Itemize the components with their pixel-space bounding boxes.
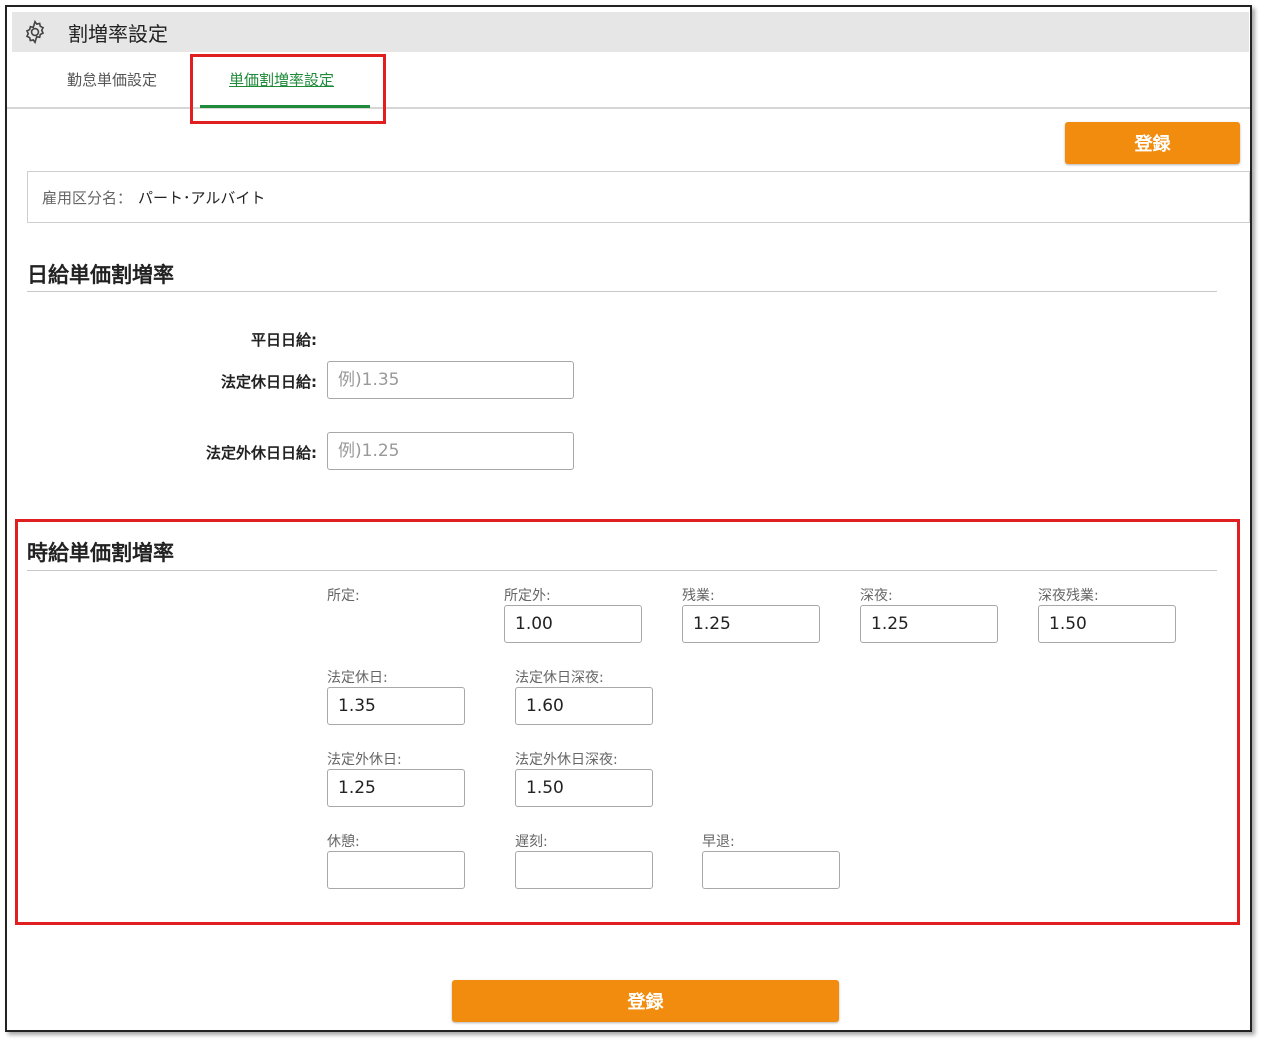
hourly-section-divider: [27, 570, 1217, 571]
late-label: 遅刻:: [515, 834, 548, 850]
tab-highlight-box: [190, 54, 386, 124]
break-label: 休憩:: [327, 834, 360, 850]
late-input[interactable]: [515, 851, 653, 889]
employment-type-value: パート･アルバイト: [138, 188, 266, 207]
page-title: 割増率設定: [68, 21, 168, 46]
legal-holiday-daily-label: 法定休日日給:: [221, 373, 317, 391]
legal-holiday-label: 法定休日:: [327, 670, 388, 686]
nonlegal-holiday-daily-input[interactable]: [327, 432, 574, 470]
early-leave-label: 早退:: [702, 834, 735, 850]
nonlegal-holiday-daily-label: 法定外休日日給:: [206, 444, 317, 462]
early-leave-input[interactable]: [702, 851, 840, 889]
late-night-overtime-label: 深夜残業:: [1038, 588, 1099, 604]
late-night-input[interactable]: [860, 605, 998, 643]
legal-holiday-input[interactable]: [327, 687, 465, 725]
nonlegal-holiday-label: 法定外休日:: [327, 752, 402, 768]
register-button-bottom[interactable]: 登録: [452, 980, 839, 1022]
late-night-overtime-input[interactable]: [1038, 605, 1176, 643]
register-button-top[interactable]: 登録: [1065, 122, 1240, 164]
title-bar: 割増率設定: [12, 12, 1249, 52]
hourly-section-heading: 時給単価割増率: [27, 541, 174, 565]
employment-type-label: 雇用区分名：: [42, 188, 133, 207]
nonlegal-holiday-night-input[interactable]: [515, 769, 653, 807]
legal-holiday-daily-input[interactable]: [327, 361, 574, 399]
out-of-schedule-input[interactable]: [504, 605, 642, 643]
late-night-label: 深夜:: [860, 588, 893, 604]
tab-attendance-unit-price[interactable]: 勤怠単価設定: [67, 69, 157, 90]
overtime-input[interactable]: [682, 605, 820, 643]
nonlegal-holiday-input[interactable]: [327, 769, 465, 807]
break-input[interactable]: [327, 851, 465, 889]
legal-holiday-night-label: 法定休日深夜:: [515, 670, 604, 686]
daily-section-divider: [27, 291, 1217, 292]
nonlegal-holiday-night-label: 法定外休日深夜:: [515, 752, 618, 768]
overtime-label: 残業:: [682, 588, 715, 604]
weekday-daily-label: 平日日給:: [251, 331, 317, 349]
out-of-schedule-label: 所定外:: [504, 588, 551, 604]
employment-type-bar: 雇用区分名： パート･アルバイト: [27, 171, 1250, 223]
daily-section-heading: 日給単価割増率: [27, 263, 174, 287]
gear-icon: [25, 19, 45, 45]
scheduled-label: 所定:: [327, 588, 360, 604]
legal-holiday-night-input[interactable]: [515, 687, 653, 725]
app-window: 割増率設定 勤怠単価設定 単価割増率設定 登録 雇用区分名： パート･アルバイト…: [5, 5, 1252, 1032]
